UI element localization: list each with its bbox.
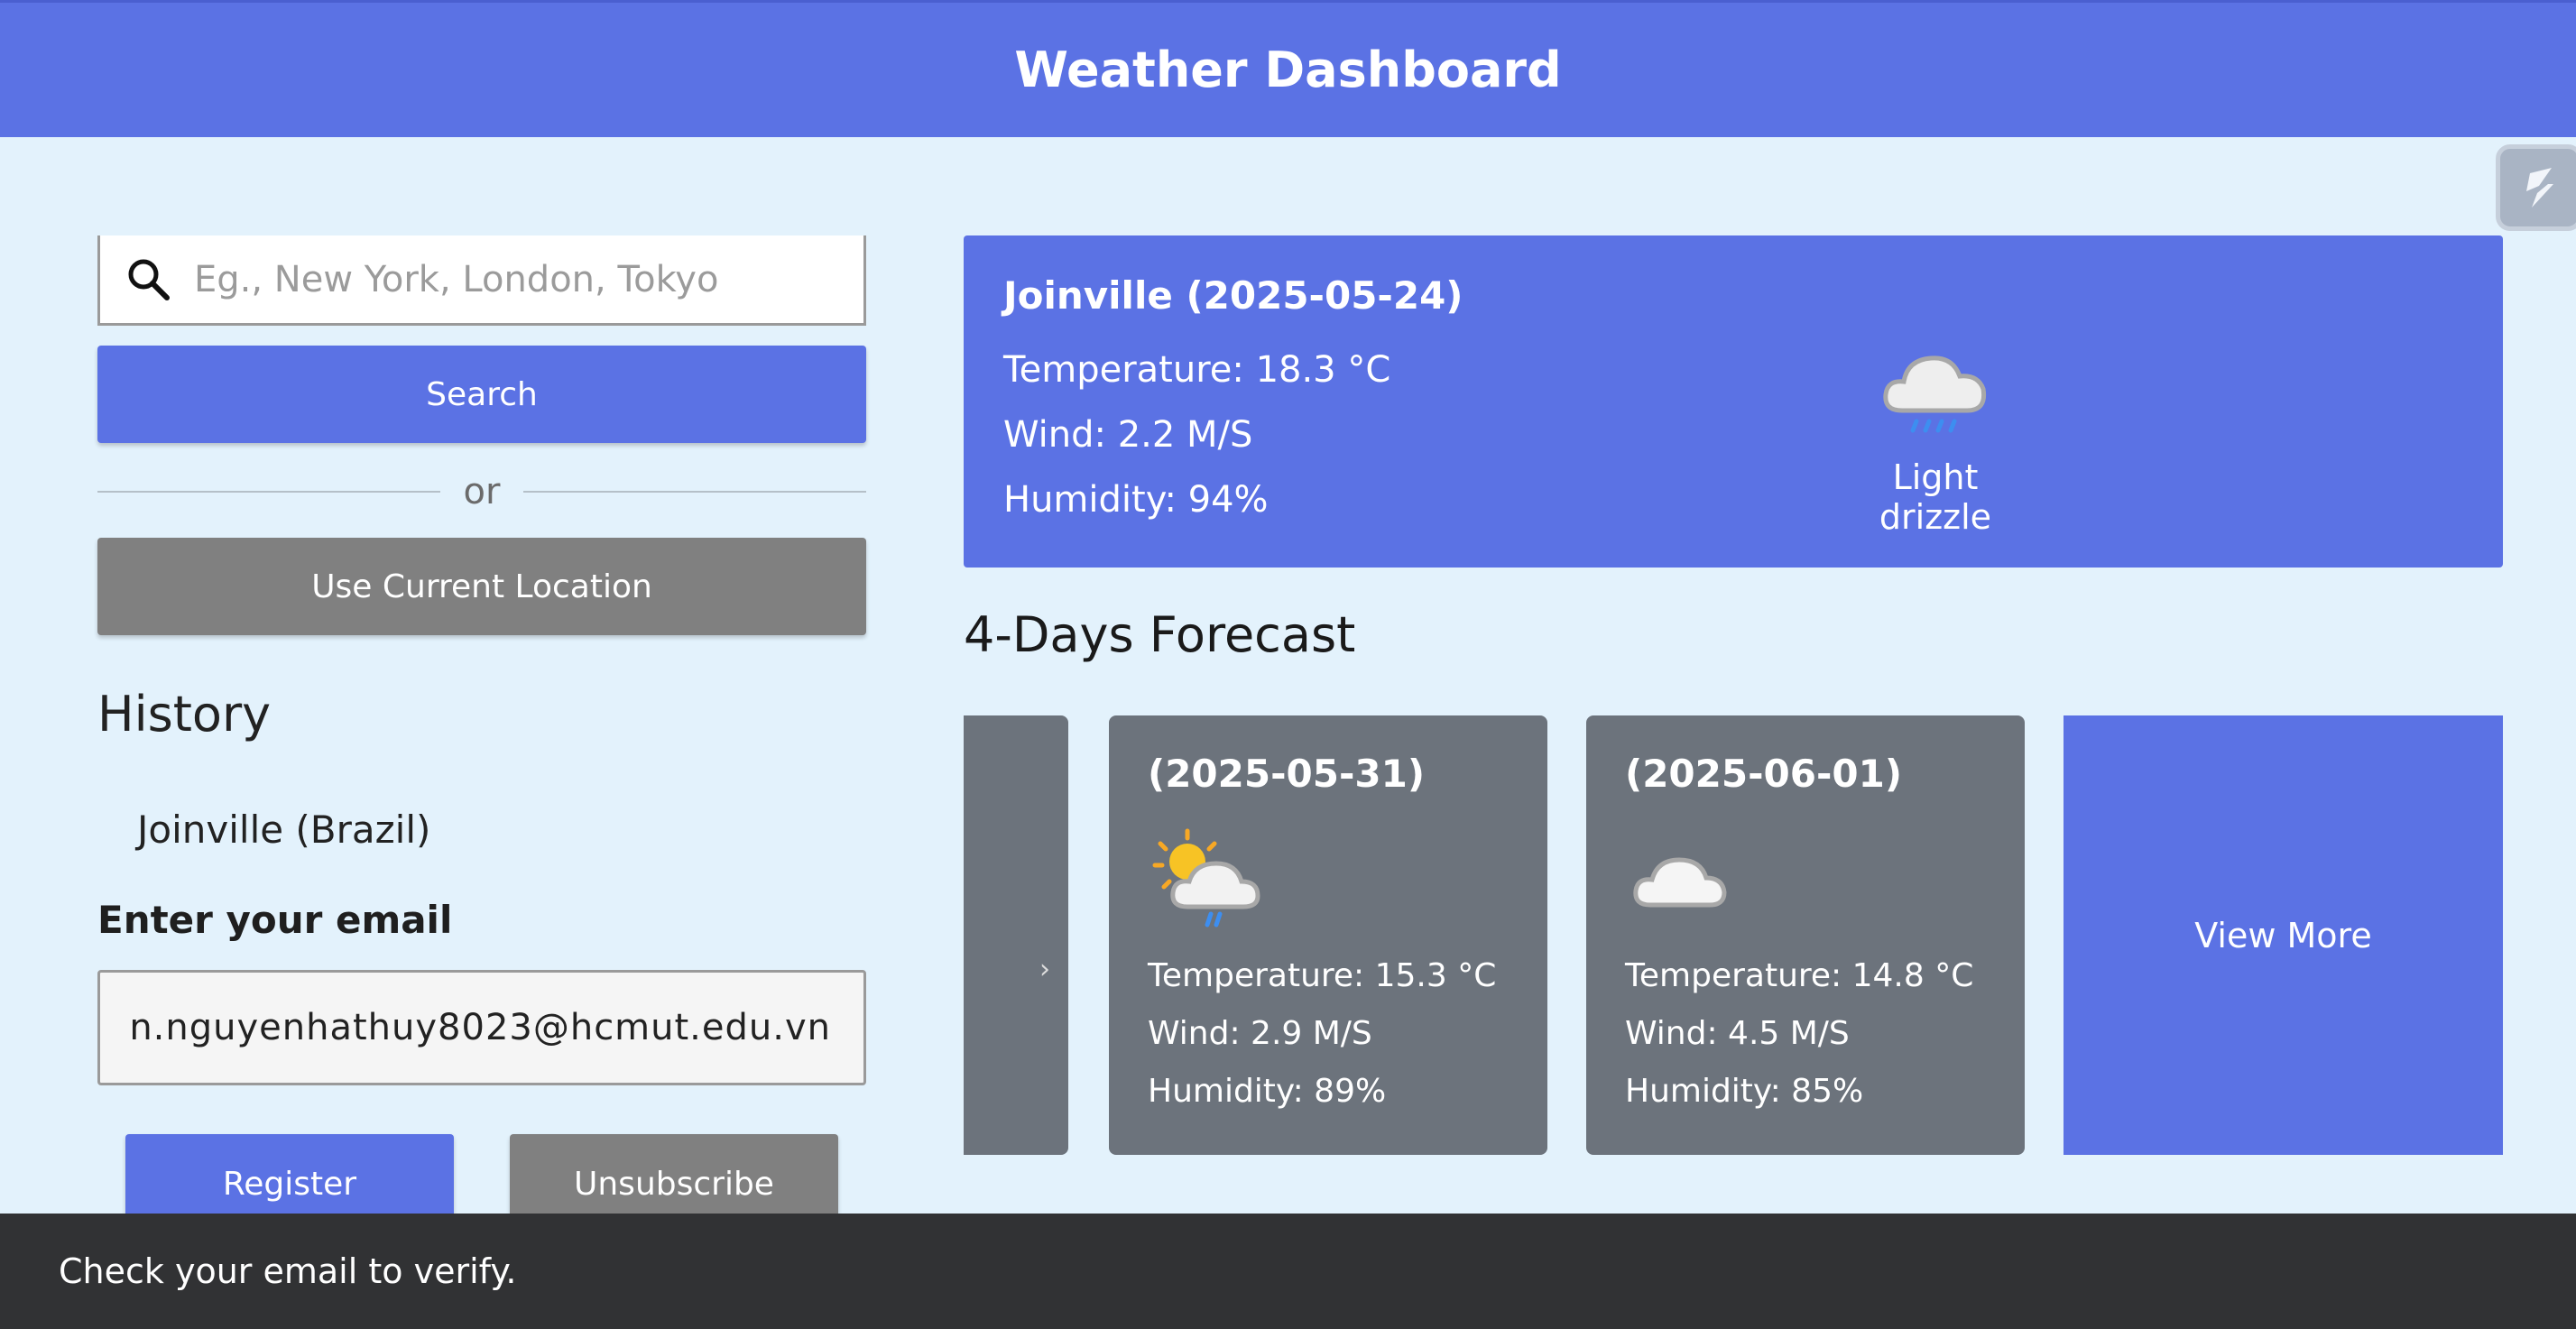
current-temperature: Temperature: 18.3 °C: [1003, 349, 1391, 391]
history-title: History: [97, 686, 272, 743]
search-field[interactable]: [97, 235, 866, 326]
use-current-location-button[interactable]: Use Current Location: [97, 538, 866, 635]
forecast-title: 4-Days Forecast: [964, 606, 1356, 663]
divider-line: [97, 491, 440, 493]
history-item[interactable]: Joinville (Brazil): [137, 808, 430, 852]
search-input[interactable]: [194, 258, 844, 300]
search-icon: [128, 259, 170, 300]
forecast-wind: Wind: 2.9 M/S: [1148, 1015, 1372, 1052]
drizzle-cloud-icon: [1883, 355, 1987, 433]
email-field[interactable]: [97, 970, 866, 1085]
forecast-humidity: Humidity: 89%: [1148, 1073, 1387, 1110]
view-more-button[interactable]: View More: [2064, 715, 2503, 1155]
forecast-humidity: Humidity: 85%: [1625, 1073, 1864, 1110]
toast-message: Check your email to verify.: [59, 1251, 517, 1291]
divider-line: [523, 491, 867, 493]
cloud-icon: [1633, 857, 1727, 908]
forecast-card: ›: [964, 715, 1068, 1155]
email-input[interactable]: [100, 1007, 831, 1048]
forecast-card: (2025-06-01) Temperature: 14.8 °C Wind: …: [1586, 715, 2025, 1155]
current-condition: Light drizzle: [1879, 457, 1992, 537]
app-header: Weather Dashboard: [0, 0, 2576, 137]
extension-widget-icon[interactable]: [2496, 144, 2576, 231]
toast-notification: Check your email to verify.: [0, 1214, 2576, 1329]
current-city-date: Joinville (2025-05-24): [1003, 273, 1463, 318]
forecast-temperature: Temperature: 14.8 °C: [1625, 957, 1974, 994]
current-humidity: Humidity: 94%: [1003, 479, 1269, 521]
current-wind: Wind: 2.2 M/S: [1003, 414, 1253, 456]
forecast-wind: Wind: 4.5 M/S: [1625, 1015, 1850, 1052]
lightning-icon: [2526, 168, 2553, 208]
forecast-date: (2025-05-31): [1148, 752, 1426, 796]
forecast-carousel[interactable]: › (2025-05-31) Temperature: 15.3 °C Wind…: [964, 715, 2503, 1155]
forecast-temperature: Temperature: 15.3 °C: [1148, 957, 1497, 994]
current-weather-card: Joinville (2025-05-24) Temperature: 18.3…: [964, 235, 2503, 568]
or-divider: or: [97, 465, 867, 519]
divider-label: or: [463, 471, 501, 512]
email-label: Enter your email: [97, 898, 453, 942]
forecast-card: (2025-05-31) Temperature: 15.3 °C Wind: …: [1109, 715, 1547, 1155]
forecast-date: (2025-06-01): [1625, 752, 1903, 796]
search-button[interactable]: Search: [97, 346, 866, 443]
chevron-icon: ›: [1039, 954, 1050, 985]
page-title: Weather Dashboard: [1014, 42, 1562, 98]
sun-cloud-rain-icon: [1152, 828, 1260, 928]
